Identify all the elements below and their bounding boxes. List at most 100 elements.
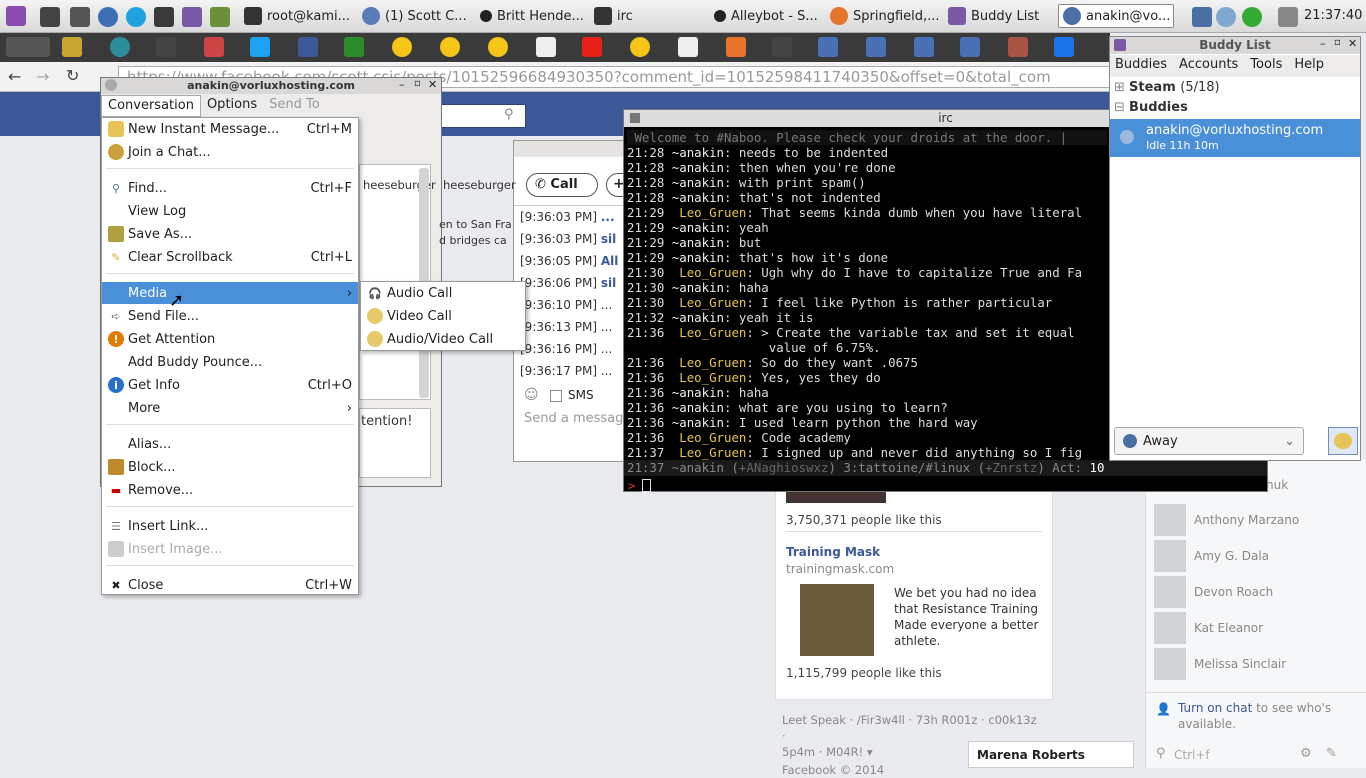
chromium-launcher-icon[interactable]: [98, 7, 118, 27]
submenu-audio-call[interactable]: 🎧 Audio Call: [361, 282, 525, 304]
clock[interactable]: 21:37:40: [1304, 8, 1362, 23]
friend-row[interactable]: Melissa Sinclair: [1154, 648, 1286, 680]
task-chrome[interactable]: (1) Scott C...: [362, 4, 474, 28]
app-menu-icon[interactable]: [6, 6, 26, 26]
menu-item-send-file[interactable]: ➪ Send File...: [102, 305, 358, 327]
irc-input[interactable]: [642, 479, 651, 492]
menu-item-alias[interactable]: Alias...: [102, 433, 358, 455]
task-irc[interactable]: irc: [594, 4, 674, 28]
menu-item-remove[interactable]: ▬ Remove...: [102, 479, 358, 501]
group-steam[interactable]: ⊞ Steam (5/18): [1114, 80, 1220, 95]
tab-favicon[interactable]: [62, 37, 82, 57]
tab-favicon[interactable]: [204, 37, 224, 57]
friend-row[interactable]: Amy G. Dala: [1154, 540, 1269, 572]
menu-item-more[interactable]: More ›: [102, 397, 358, 419]
menu-item-get-attention[interactable]: ! Get Attention: [102, 328, 358, 350]
menu-item-insert-image[interactable]: Insert Image...: [102, 538, 358, 560]
task-alleybot[interactable]: Alleybot - S...: [714, 4, 824, 28]
menu-item-insert-link[interactable]: ☰ Insert Link...: [102, 515, 358, 537]
menu-item-media[interactable]: Media ›: [102, 282, 358, 304]
search-icon[interactable]: ⚲: [504, 107, 514, 122]
pidgin-launcher-icon[interactable]: [182, 7, 202, 27]
tab-active[interactable]: [6, 37, 50, 57]
forward-icon[interactable]: →: [36, 67, 49, 86]
task-firefox[interactable]: Springfield,...: [830, 4, 942, 28]
tab-favicon[interactable]: [488, 37, 508, 57]
menu-send-to[interactable]: Send To: [263, 95, 326, 117]
youtube-icon[interactable]: [582, 37, 602, 57]
menu-options[interactable]: Options: [201, 95, 263, 117]
tab-favicon[interactable]: [1008, 37, 1028, 57]
close-icon[interactable]: ✕: [428, 78, 437, 91]
tab-favicon[interactable]: [726, 37, 746, 57]
tab-favicon[interactable]: [772, 37, 792, 57]
ad-image[interactable]: [800, 584, 874, 656]
minimize-icon[interactable]: –: [399, 78, 405, 91]
menu-item-clear-scrollback[interactable]: ✎ Clear Scrollback Ctrl+L: [102, 246, 358, 268]
tab-favicon[interactable]: [392, 37, 412, 57]
chat-tab[interactable]: Marena Roberts: [968, 741, 1134, 768]
sms-checkbox[interactable]: [550, 390, 562, 402]
task-anakin[interactable]: anakin@vo...: [1058, 4, 1174, 28]
document-icon[interactable]: [678, 37, 698, 57]
terminal-launcher-icon[interactable]: [40, 7, 60, 27]
back-icon[interactable]: ←: [8, 67, 21, 86]
menu-item-join-chat[interactable]: Join a Chat...: [102, 141, 358, 163]
tab-favicon[interactable]: [1054, 37, 1074, 57]
monitor-launcher-icon[interactable]: [70, 7, 90, 27]
submenu-audio-video-call[interactable]: Audio/Video Call: [361, 328, 525, 350]
close-icon[interactable]: ✕: [1348, 37, 1357, 50]
menu-buddies[interactable]: Buddies: [1110, 55, 1172, 77]
mood-button[interactable]: [1328, 427, 1358, 455]
maximize-icon[interactable]: ▫: [414, 78, 421, 89]
status-selector[interactable]: Away ⌄: [1114, 427, 1304, 455]
document-icon[interactable]: [536, 37, 556, 57]
gear-icon[interactable]: ⚙: [1300, 746, 1312, 761]
reload-icon[interactable]: ↻: [66, 66, 79, 85]
window-titlebar[interactable]: anakin@vorluxhosting.com: [101, 78, 441, 94]
update-check-icon[interactable]: [1242, 7, 1262, 27]
tab-favicon[interactable]: [110, 37, 130, 57]
minecraft-launcher-icon[interactable]: [210, 7, 230, 27]
buddy-row[interactable]: anakin@vorluxhosting.com Idle 11h 10m: [1110, 119, 1360, 157]
friend-row[interactable]: Kat Eleanor: [1154, 612, 1263, 644]
turn-on-chat-link[interactable]: Turn on chat: [1178, 701, 1252, 715]
menu-conversation[interactable]: Conversation: [101, 95, 201, 117]
menu-item-find[interactable]: ⚲ Find... Ctrl+F: [102, 177, 358, 199]
menu-accounts[interactable]: Accounts: [1174, 55, 1243, 77]
compose-icon[interactable]: ✎: [1326, 746, 1337, 761]
tab-favicon[interactable]: [344, 37, 364, 57]
menu-tools[interactable]: Tools: [1245, 55, 1287, 77]
menu-item-close[interactable]: ✖ Close Ctrl+W: [102, 574, 358, 596]
task-buddy-list[interactable]: Buddy List: [948, 4, 1052, 28]
group-buddies[interactable]: ⊟ Buddies: [1114, 100, 1188, 115]
twitter-icon[interactable]: [250, 37, 270, 57]
tab-favicon[interactable]: [630, 37, 650, 57]
tab-favicon[interactable]: [818, 37, 838, 57]
menu-item-save-as[interactable]: Save As...: [102, 223, 358, 245]
steam-launcher-icon[interactable]: [154, 7, 174, 27]
menu-item-block[interactable]: Block...: [102, 456, 358, 478]
task-britt[interactable]: Britt Hende...: [480, 4, 590, 28]
minimize-icon[interactable]: –: [1320, 37, 1326, 50]
sync-icon[interactable]: [1216, 7, 1236, 27]
menu-item-view-log[interactable]: View Log: [102, 200, 358, 222]
tab-favicon[interactable]: [960, 37, 980, 57]
tab-favicon[interactable]: [440, 37, 460, 57]
tab-favicon[interactable]: [866, 37, 886, 57]
friend-row[interactable]: Anthony Marzano: [1154, 504, 1299, 536]
window-titlebar[interactable]: [514, 141, 627, 157]
footer-links[interactable]: Leet Speak · /Fir3w4ll · 73h R001z · c00…: [782, 712, 1042, 744]
ad-domain[interactable]: trainingmask.com: [786, 562, 894, 576]
chat-search-input[interactable]: Ctrl+f: [1174, 748, 1210, 762]
menu-help[interactable]: Help: [1289, 55, 1329, 77]
tab-favicon[interactable]: [156, 37, 176, 57]
tab-favicon[interactable]: [298, 37, 318, 57]
ad-title[interactable]: Training Mask: [786, 545, 880, 559]
menu-item-new-im[interactable]: New Instant Message... Ctrl+M: [102, 118, 358, 140]
tab-favicon[interactable]: [914, 37, 934, 57]
call-button[interactable]: ✆ Call: [526, 173, 598, 197]
menu-item-buddy-pounce[interactable]: Add Buddy Pounce...: [102, 351, 358, 373]
skype-launcher-icon[interactable]: [126, 7, 146, 27]
menu-item-get-info[interactable]: i Get Info Ctrl+O: [102, 374, 358, 396]
